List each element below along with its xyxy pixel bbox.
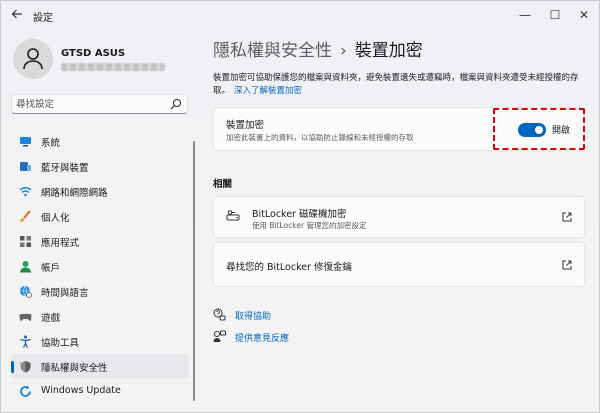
sidebar-item-label: 協助工具	[41, 338, 80, 349]
bluetooth-devices-icon	[20, 162, 31, 171]
search-input[interactable]	[16, 97, 166, 111]
windows-update-icon	[20, 385, 31, 397]
get-help-link[interactable]: 取得協助	[213, 307, 413, 323]
help-icon	[213, 308, 226, 321]
sidebar-item-bluetooth[interactable]: 藍牙與裝置	[11, 154, 189, 179]
breadcrumb: 隱私權與安全性 › 裝置加密	[213, 36, 423, 61]
sidebar-item-label: 隱私權與安全性	[41, 363, 108, 374]
sidebar-item-system[interactable]: 系統	[11, 129, 189, 154]
brush-icon	[20, 210, 31, 222]
sidebar-item-privacy-security[interactable]: 隱私權與安全性	[11, 354, 189, 379]
close-button[interactable]: ✕	[569, 5, 599, 25]
sidebar-item-gaming[interactable]: 遊戲	[11, 304, 189, 329]
sidebar-item-label: 系統	[41, 138, 61, 149]
person-icon	[23, 48, 43, 70]
sidebar-item-label: 應用程式	[41, 238, 80, 249]
red-dashed-highlight	[493, 108, 585, 150]
system-icon	[20, 137, 31, 147]
maximize-button[interactable]: ☐	[540, 5, 570, 25]
sidebar-item-label: Windows Update	[41, 385, 121, 396]
bitlocker-subtitle: 使用 BitLocker 管理您的加密設定	[252, 221, 367, 230]
wifi-icon	[19, 187, 32, 197]
drive-key-icon	[226, 210, 240, 221]
breadcrumb-parent[interactable]: 隱私權與安全性	[213, 41, 332, 61]
account-icon	[20, 261, 31, 273]
feedback-icon	[213, 330, 226, 342]
back-button[interactable]	[9, 8, 25, 24]
user-profile[interactable]: GTSD ASUS	[13, 39, 193, 83]
device-encryption-title: 裝置加密	[226, 120, 265, 131]
avatar	[13, 39, 53, 79]
game-controller-icon	[19, 314, 32, 321]
sidebar-item-personalization[interactable]: 個人化	[11, 204, 189, 229]
sidebar-item-apps[interactable]: 應用程式	[11, 229, 189, 254]
profile-email-redacted	[61, 63, 165, 71]
window-title: 設定	[33, 13, 53, 24]
sidebar-item-label: 遊戲	[41, 313, 61, 324]
sidebar-item-label: 網路和網際網路	[41, 188, 108, 199]
breadcrumb-separator: ›	[340, 41, 347, 61]
sidebar-item-label: 時間與語言	[41, 288, 89, 299]
sidebar-item-network[interactable]: 網路和網際網路	[11, 179, 189, 204]
open-external-icon	[562, 260, 572, 270]
sidebar-nav: 系統 藍牙與裝置 網路和網際網路 個人化 應用程式 帳戶 時間與語言 遊戲 協助…	[11, 129, 189, 404]
bitlocker-card[interactable]: BitLocker 磁碟機加密 使用 BitLocker 管理您的加密設定	[213, 196, 585, 238]
title-bar: 設定 — ☐ ✕	[1, 1, 599, 31]
feedback-label: 提供意見反應	[235, 334, 290, 344]
search-box[interactable]	[11, 94, 188, 114]
minimize-button[interactable]: —	[510, 5, 540, 25]
sidebar-item-time-language[interactable]: 時間與語言	[11, 279, 189, 304]
open-external-icon	[562, 212, 572, 222]
profile-name: GTSD ASUS	[61, 48, 126, 59]
sidebar-item-windows-update[interactable]: Windows Update	[11, 379, 189, 404]
apps-icon	[20, 236, 31, 247]
sidebar-scrollbar[interactable]	[193, 141, 195, 401]
bitlocker-title: BitLocker 磁碟機加密	[252, 209, 347, 220]
accessibility-icon	[20, 335, 31, 348]
sidebar-item-label: 個人化	[41, 213, 70, 224]
device-encryption-subtitle: 加密此裝置上的資料，以協助防止錄線和未經授權的存取	[226, 133, 414, 142]
page-title: 裝置加密	[354, 41, 423, 61]
page-description: 裝置加密可協助保護您的檔案與資料夾，避免裝置遺失或遭竊時，檔案與資料夾遭受未經授…	[213, 72, 593, 98]
feedback-link[interactable]: 提供意見反應	[213, 329, 413, 345]
recovery-key-title: 尋找您的 BitLocker 修復金鑰	[226, 262, 352, 273]
get-help-label: 取得協助	[235, 312, 272, 322]
sidebar-item-label: 帳戶	[41, 263, 61, 274]
sidebar-item-label: 藍牙與裝置	[41, 163, 89, 174]
related-section-title: 相關	[213, 179, 233, 190]
sidebar-item-accessibility[interactable]: 協助工具	[11, 329, 189, 354]
learn-more-link[interactable]: 深入了解裝置加密	[234, 86, 302, 96]
arrow-left-icon	[11, 9, 22, 19]
recovery-key-card[interactable]: 尋找您的 BitLocker 修復金鑰	[213, 242, 585, 287]
sidebar-item-accounts[interactable]: 帳戶	[11, 254, 189, 279]
shield-icon	[20, 361, 31, 373]
settings-window: 設定 — ☐ ✕ GTSD ASUS 系統 藍牙與裝置 網路和網際網路	[0, 0, 600, 413]
search-icon[interactable]	[170, 98, 182, 110]
globe-clock-icon	[20, 285, 32, 298]
